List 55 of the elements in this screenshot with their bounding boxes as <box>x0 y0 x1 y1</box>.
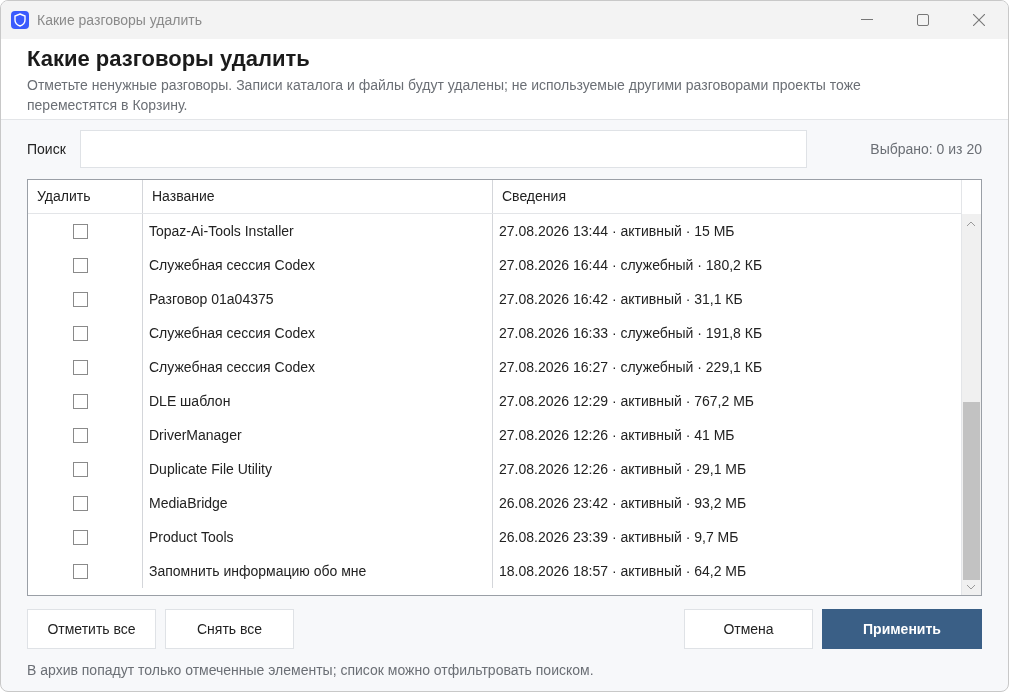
search-label: Поиск <box>27 139 67 159</box>
action-button[interactable]: Отметить все <box>27 609 156 649</box>
scroll-down-icon <box>966 584 977 590</box>
checkbox[interactable] <box>72 427 88 443</box>
dialog-description: Отметьте ненужные разговоры. Записи каталога и файлы будут удалены; не используемые другими разговорами проекты тоже переместятся в Корзину. <box>27 76 862 115</box>
action-button[interactable]: Снять все <box>165 609 294 649</box>
checkbox[interactable] <box>72 393 88 409</box>
scrollbar[interactable] <box>961 214 981 595</box>
close-icon <box>973 14 985 26</box>
checkbox[interactable] <box>72 563 88 579</box>
table-cell-text: 27.08.2026 16:33 · служебный · 191,8 КБ <box>499 323 763 343</box>
table-cell-text: Product Tools <box>149 527 234 547</box>
table-cell-text: Служебная сессия Codex <box>149 255 315 275</box>
table-cell-text: Topaz-Ai-Tools Installer <box>149 221 294 241</box>
apply-button[interactable]: Применить <box>822 609 982 649</box>
column-header[interactable]: Сведения <box>502 186 566 207</box>
checkbox[interactable] <box>72 461 88 477</box>
checkbox[interactable] <box>72 291 88 307</box>
cancel-button[interactable]: Отмена <box>684 609 813 649</box>
table-cell-text: Служебная сессия Codex <box>149 357 315 377</box>
table-cell-text: 27.08.2026 12:26 · активный · 41 МБ <box>499 425 735 445</box>
table-cell-text: 26.08.2026 23:39 · активный · 9,7 МБ <box>499 527 739 547</box>
table-cell-text: Разговор 01a04375 <box>149 289 274 309</box>
table-cell-text: 27.08.2026 12:29 · активный · 767,2 МБ <box>499 391 754 411</box>
selection-counter: Выбрано: 0 из 20 <box>870 139 982 159</box>
minimize-icon <box>861 19 873 21</box>
table-cell-text: Duplicate File Utility <box>149 459 272 479</box>
checkbox[interactable] <box>72 495 88 511</box>
checkbox[interactable] <box>72 359 88 375</box>
app-icon <box>11 11 29 29</box>
footer-note: В архив попадут только отмеченные элементы; список можно отфильтровать поиском. <box>26 661 595 680</box>
column-header[interactable]: Название <box>152 186 215 207</box>
scrollbar-thumb[interactable] <box>962 402 980 580</box>
search-field[interactable] <box>80 130 807 168</box>
maximize-icon <box>917 14 929 26</box>
table-cell-text: 27.08.2026 12:26 · активный · 29,1 МБ <box>499 459 747 479</box>
checkbox[interactable] <box>72 529 88 545</box>
table-cell-text: 27.08.2026 16:27 · служебный · 229,1 КБ <box>499 357 763 377</box>
scroll-up-icon <box>966 221 977 227</box>
table-cell-text: 27.08.2026 16:44 · служебный · 180,2 КБ <box>499 255 763 275</box>
table-cell-text: DriverManager <box>149 425 242 445</box>
table-cell-text: 26.08.2026 23:42 · активный · 93,2 МБ <box>499 493 747 513</box>
table-cell-text: Запомнить информацию обо мне <box>149 561 367 581</box>
column-header[interactable]: Удалить <box>37 186 91 207</box>
checkbox[interactable] <box>72 325 88 341</box>
table-cell-text: 27.08.2026 13:44 · активный · 15 МБ <box>499 221 735 241</box>
table-cell-text: DLE шаблон <box>149 391 231 411</box>
table-cell-text: 18.08.2026 18:57 · активный · 64,2 МБ <box>499 561 747 581</box>
table-cell-text: MediaBridge <box>149 493 228 513</box>
checkbox[interactable] <box>72 223 88 239</box>
table-cell-text: Служебная сессия Codex <box>149 323 315 343</box>
checkbox[interactable] <box>72 257 88 273</box>
window-title: Какие разговоры удалить <box>37 10 202 30</box>
dialog-title: Какие разговоры удалить <box>27 45 311 73</box>
table-cell-text: 27.08.2026 16:42 · активный · 31,1 КБ <box>499 289 743 309</box>
